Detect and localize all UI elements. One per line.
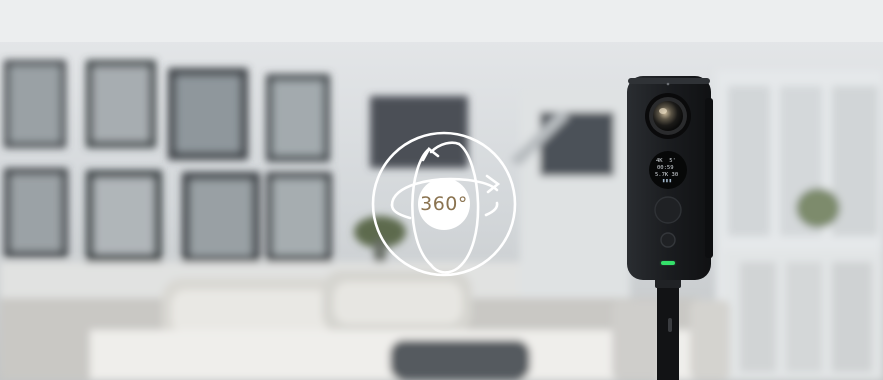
shutter-button [654,196,682,224]
mode-button [660,232,676,248]
camera-screen-line-4: ▮▮▮ [662,178,672,184]
selfie-stick [655,278,681,380]
badge-360-label: 360° [420,193,468,215]
scene: 360° 4K 5' 00:59 5.7K 30 ▮▮▮ [0,0,883,380]
